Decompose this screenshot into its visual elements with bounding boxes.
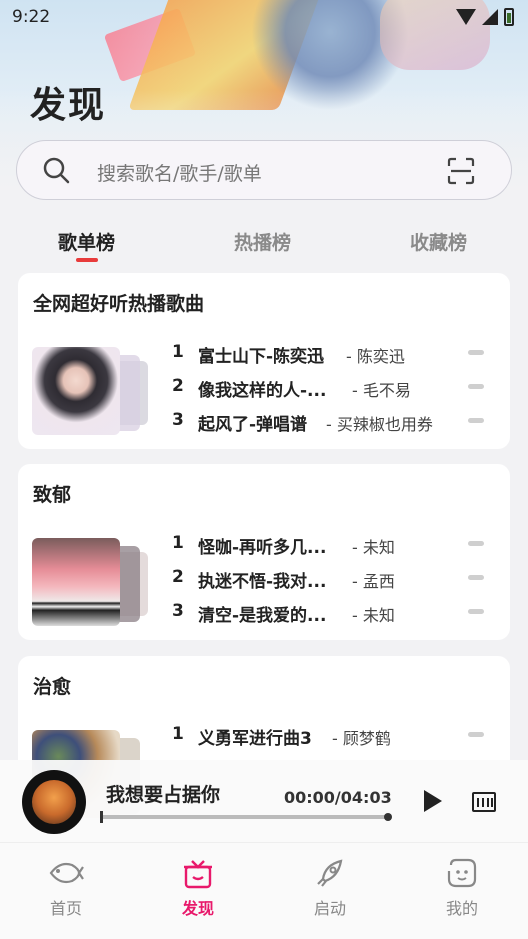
fish-icon: [49, 862, 84, 884]
more-handle-icon[interactable]: [468, 350, 484, 355]
song-name: 清空-是我爱的...: [198, 606, 327, 626]
label-text: 发现: [181, 899, 214, 918]
song-row[interactable]: 1 富士山下-陈奕迅 - 陈奕迅: [172, 342, 492, 367]
more-handle-icon[interactable]: [468, 384, 484, 389]
label-text: 我的: [445, 899, 478, 918]
search-input[interactable]: 搜索歌名/歌手/歌单: [97, 159, 262, 186]
label-text: 1: [172, 533, 184, 553]
playlist-title: 治愈: [33, 676, 72, 698]
song-name: 执迷不悟-我对...: [198, 572, 327, 592]
more-handle-icon[interactable]: [468, 575, 484, 580]
song-artist: 毛不易: [362, 381, 411, 400]
label-text: 1: [172, 342, 184, 362]
tab-hot-chart[interactable]: 热播榜: [234, 228, 291, 255]
nav-launch[interactable]: 启动: [290, 857, 370, 919]
gift-box-icon: [184, 860, 212, 889]
label-text: 1: [172, 724, 184, 744]
status-time: 9:22: [12, 7, 51, 27]
page-title: 发现: [30, 85, 107, 126]
tab-active-indicator: [75, 258, 98, 262]
more-handle-icon[interactable]: [468, 609, 484, 614]
label-text: 首页: [49, 899, 82, 918]
tab-bar: 歌单榜 热播榜 收藏榜: [0, 222, 528, 262]
label-text: 热播榜: [234, 232, 292, 254]
song-artist: 未知: [362, 606, 395, 625]
song-row[interactable]: 2 像我这样的人-... - 毛不易: [172, 376, 492, 401]
song-row[interactable]: 2 执迷不悟-我对... - 孟西: [172, 567, 492, 592]
song-name: 起风了-弹唱谱: [198, 415, 308, 435]
label-text: 启动: [313, 899, 346, 918]
bottom-nav: 首页 发现 启动 我的: [0, 842, 528, 939]
playlist-cover-image: [32, 347, 120, 435]
playback-time: 00:00/04:03: [284, 788, 392, 807]
more-handle-icon[interactable]: [468, 418, 484, 423]
more-handle-icon[interactable]: [468, 732, 484, 737]
battery-icon: [504, 8, 514, 26]
song-row[interactable]: 3 起风了-弹唱谱 - 买辣椒也用券: [172, 410, 492, 435]
song-artist: 未知: [362, 538, 395, 557]
playlist-card[interactable]: 全网超好听热播歌曲 1 富士山下-陈奕迅 - 陈奕迅 2 像我这样的人-... …: [18, 273, 510, 449]
scan-icon[interactable]: [447, 157, 475, 185]
mini-player[interactable]: 我想要占据你 00:00/04:03: [0, 760, 528, 842]
label-text: 3: [172, 601, 184, 621]
song-name: 义勇军进行曲3: [198, 729, 312, 749]
play-icon[interactable]: [424, 790, 442, 812]
song-row[interactable]: 1 怪咖-再听多几... - 未知: [172, 533, 492, 558]
playlist-cover-stack[interactable]: [32, 347, 152, 439]
search-bar[interactable]: 搜索歌名/歌手/歌单: [16, 140, 512, 200]
song-row[interactable]: 3 清空-是我爱的... - 未知: [172, 601, 492, 626]
wifi-icon: [456, 9, 476, 25]
album-disc[interactable]: [22, 770, 86, 834]
signal-icon: [482, 9, 498, 25]
song-name: 富士山下-陈奕迅: [198, 347, 325, 367]
label-text: 3: [172, 410, 184, 430]
song-artist: 顾梦鹤: [342, 729, 391, 748]
status-bar: 9:22: [0, 0, 528, 36]
progress-bar[interactable]: [100, 811, 392, 823]
nav-home[interactable]: 首页: [26, 857, 106, 919]
more-handle-icon[interactable]: [468, 541, 484, 546]
song-name: 像我这样的人-...: [198, 381, 327, 401]
tab-favorite-chart[interactable]: 收藏榜: [410, 228, 467, 255]
smiley-icon: [447, 858, 477, 888]
label-text: 收藏榜: [410, 232, 468, 254]
nav-discover[interactable]: 发现: [158, 857, 238, 919]
song-row[interactable]: 1 义勇军进行曲3 - 顾梦鹤: [172, 724, 492, 749]
playlist-cover-stack[interactable]: [32, 538, 152, 630]
nav-profile[interactable]: 我的: [422, 857, 502, 919]
playlist-icon[interactable]: [472, 792, 496, 812]
label-text: 歌单榜: [58, 232, 116, 254]
rocket-icon: [317, 859, 343, 887]
playlist-card[interactable]: 致郁 1 怪咖-再听多几... - 未知 2 执迷不悟-我对... - 孟西 3…: [18, 464, 510, 640]
song-name: 怪咖-再听多几...: [198, 538, 327, 558]
playlist-title: 全网超好听热播歌曲: [33, 293, 205, 315]
label-text: 2: [172, 376, 184, 396]
label-text: 2: [172, 567, 184, 587]
song-artist: 陈奕迅: [356, 347, 405, 366]
playlist-cover-image: [32, 538, 120, 626]
song-artist: 买辣椒也用券: [336, 415, 433, 434]
song-artist: 孟西: [362, 572, 395, 591]
search-icon: [43, 157, 70, 184]
tab-playlist-chart[interactable]: 歌单榜: [58, 228, 116, 262]
playlist-title: 致郁: [33, 484, 72, 506]
progress-thumb[interactable]: [384, 813, 392, 821]
now-playing-title: 我想要占据你: [106, 784, 221, 806]
